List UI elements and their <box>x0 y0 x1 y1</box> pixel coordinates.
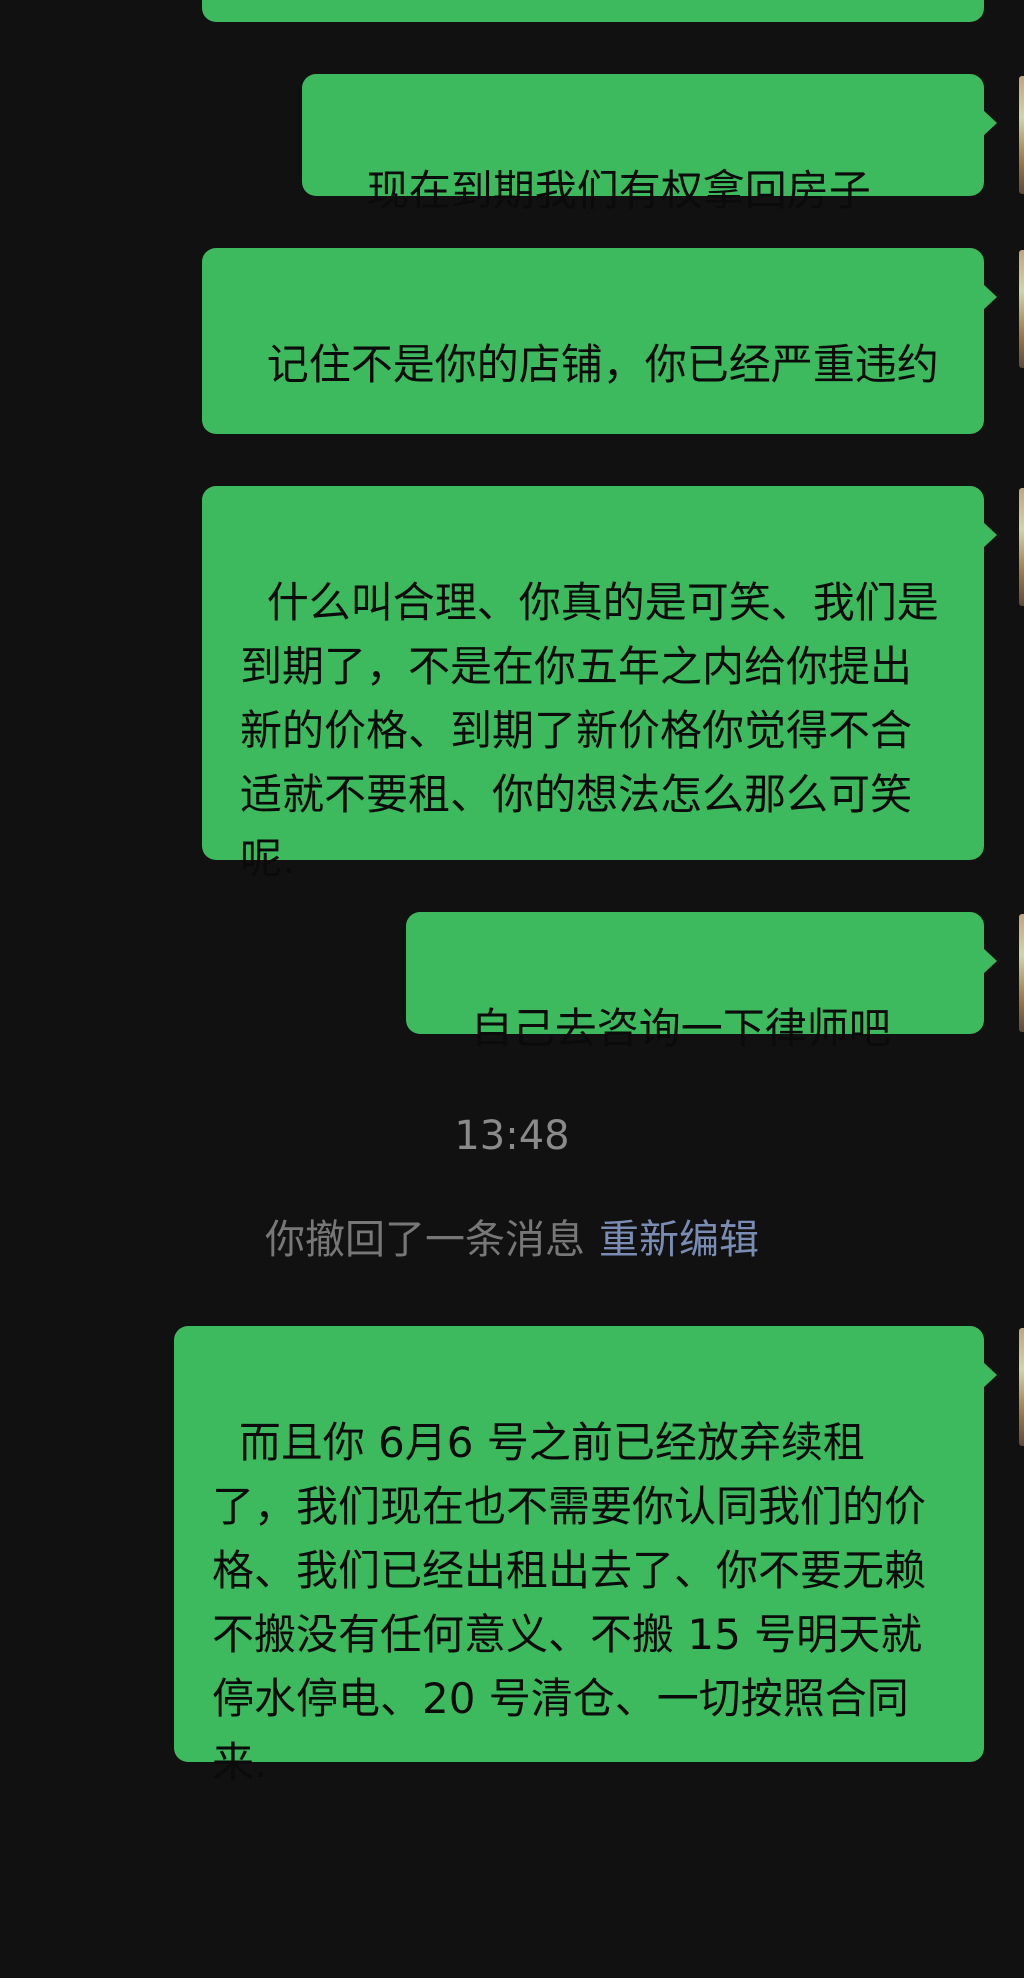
re-edit-link[interactable]: 重新编辑 <box>599 1217 759 1263</box>
message-text: 现在到期我们有权拿回房子 <box>366 166 871 215</box>
message-text: 什么叫合理、你真的是可笑、我们是到期了，不是在你五年之内给你提出新的价格、到期了… <box>240 578 939 883</box>
avatar[interactable] <box>1019 488 1024 606</box>
recall-notice: 你撤回了一条消息 重新编辑 <box>0 1212 1024 1268</box>
avatar[interactable] <box>1019 250 1024 368</box>
message-bubble[interactable]: 什么叫合理、你真的是可笑、我们是到期了，不是在你五年之内给你提出新的价格、到期了… <box>202 486 997 883</box>
message-bubble[interactable]: 自己去咨询一下律师吧 <box>406 912 997 1053</box>
message-text: 自己去咨询一下律师吧 <box>470 1004 891 1053</box>
message-bubble[interactable]: 而且你 6月6 号之前已经放弃续租了，我们现在也不需要你认同我们的价格、我们已经… <box>174 1326 997 1787</box>
avatar[interactable] <box>1019 76 1024 194</box>
message-bubble-partial <box>202 0 984 22</box>
message-text: 而且你 6月6 号之前已经放弃续租了，我们现在也不需要你认同我们的价格、我们已经… <box>212 1418 927 1787</box>
avatar[interactable] <box>1019 1328 1024 1446</box>
message-bubble[interactable]: 现在到期我们有权拿回房子 <box>302 74 997 215</box>
timestamp: 13:48 <box>454 1113 570 1159</box>
recall-text: 你撤回了一条消息 <box>265 1217 585 1263</box>
message-bubble[interactable]: 记住不是你的店铺，你已经严重违约 <box>202 248 997 434</box>
avatar[interactable] <box>1019 914 1024 1032</box>
message-text: 记住不是你的店铺，你已经严重违约 <box>266 340 939 389</box>
